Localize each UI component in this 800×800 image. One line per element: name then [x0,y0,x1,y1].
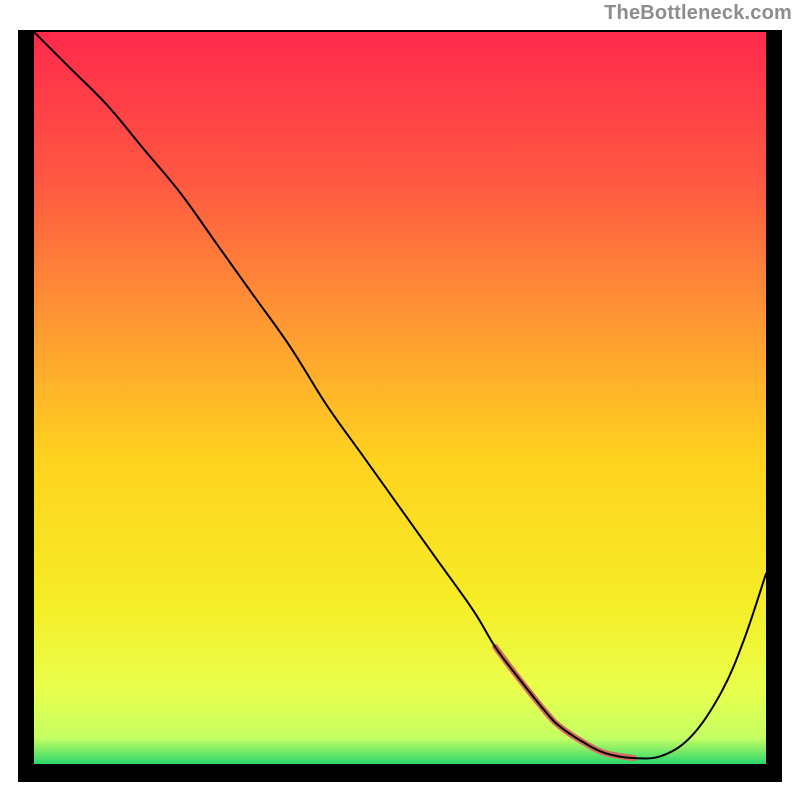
attribution-text: TheBottleneck.com [604,2,792,25]
plot-area [34,32,766,764]
gradient-background [34,32,766,764]
plot-svg [34,32,766,764]
chart-frame: TheBottleneck.com [0,0,800,800]
plot-border [18,30,782,782]
